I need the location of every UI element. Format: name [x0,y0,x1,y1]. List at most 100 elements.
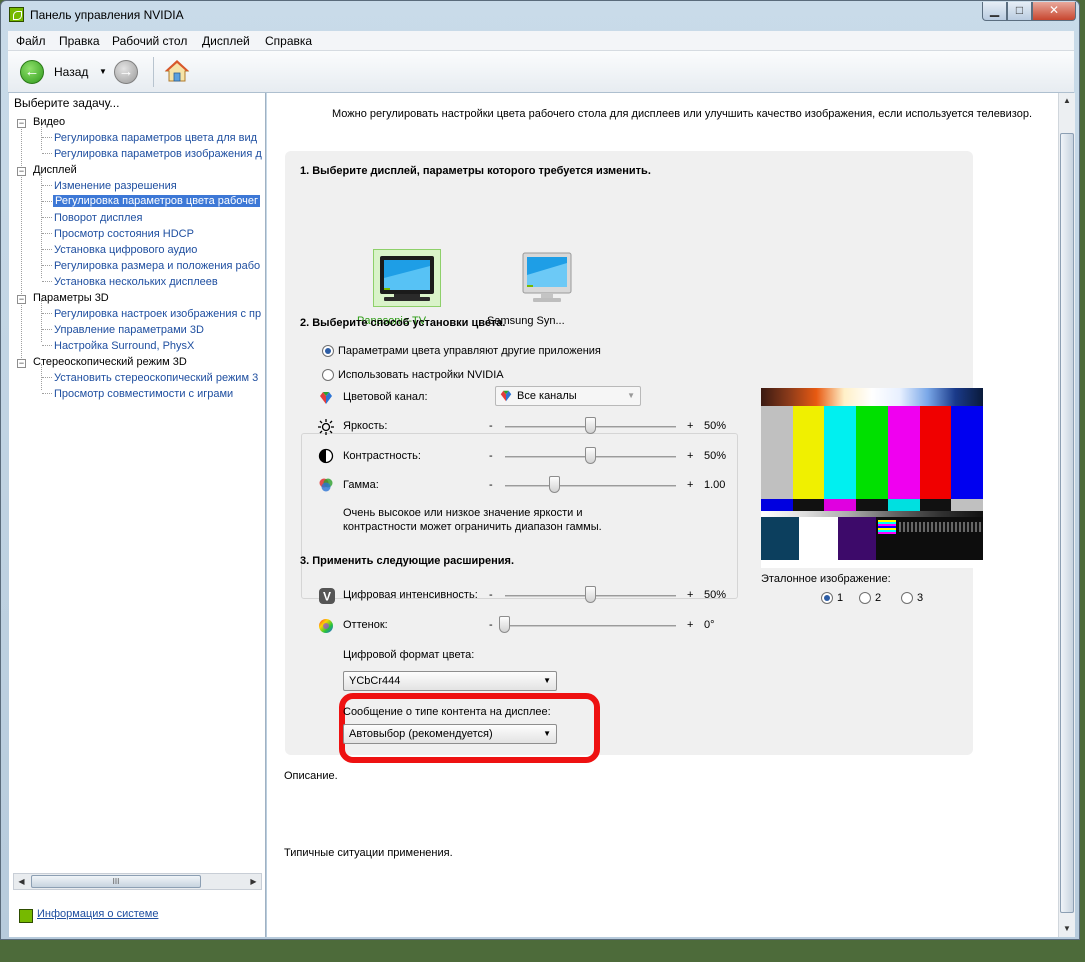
tree-guide [42,201,52,202]
digital-color-format-select[interactable]: YCbCr444 ▼ [343,671,557,691]
radio-nvidia-label[interactable]: Использовать настройки NVIDIA [338,369,507,381]
bar-cyan [824,406,857,499]
expander-stereo[interactable]: − [17,359,26,368]
hue-slider[interactable] [505,625,676,627]
tree-item-digital-audio[interactable]: Установка цифрового аудио [54,244,197,256]
description-label: Описание. [284,770,338,782]
tv-monitor-icon [380,256,434,301]
close-button[interactable]: ✕ [1032,2,1076,21]
tree-category-video[interactable]: Видео [33,116,65,128]
reference-radio-3[interactable] [901,592,913,604]
reference-option-2[interactable]: 2 [875,592,881,604]
tree-guide [42,265,52,266]
brightness-label: Яркость: [343,420,388,432]
digital-color-format-value: YCbCr444 [349,675,401,687]
menu-file[interactable]: Файл [16,34,46,48]
pluge-purple [838,517,876,560]
typical-usage-label: Типичные ситуации применения. [284,847,453,859]
display-samsung[interactable] [515,249,583,307]
forward-button[interactable]: → [114,60,138,84]
tree-item-3d-image[interactable]: Регулировка настроек изображения с пр [54,308,261,320]
gamma-slider[interactable] [505,485,676,487]
expander-display[interactable]: − [17,167,26,176]
tree-item-desktop-color[interactable]: Регулировка параметров цвета рабочег [53,195,261,207]
content-type-select[interactable]: Автовыбор (рекомендуется) ▼ [343,724,557,744]
tree-item-surround-physx[interactable]: Настройка Surround, PhysX [54,340,194,352]
digital-vibrance-plus: + [687,589,694,601]
vertical-scroll-thumb[interactable] [1060,133,1074,913]
menu-edit[interactable]: Правка [59,34,100,48]
home-icon[interactable] [164,59,190,83]
reference-option-1[interactable]: 1 [837,592,843,604]
tree-item-size-position[interactable]: Регулировка размера и положения рабо [54,260,260,272]
digital-vibrance-slider-thumb[interactable] [584,586,596,603]
digital-vibrance-label: Цифровая интенсивность: [343,589,478,601]
reference-radio-1[interactable] [821,592,833,604]
menu-desktop[interactable]: Рабочий стол [112,34,187,48]
tree-category-stereo[interactable]: Стереоскопический режим 3D [33,356,187,368]
scrollbar-thumb[interactable]: III [31,875,201,888]
gamma-value: 1.00 [704,479,726,491]
page-description: Можно регулировать настройки цвета рабоч… [332,108,1033,120]
history-dropdown-icon[interactable]: ▼ [99,67,107,76]
scroll-down-icon[interactable]: ▼ [1060,921,1074,937]
back-label[interactable]: Назад [54,65,88,79]
bar-red [919,406,952,499]
step3-title: 3. Применить следующие расширения. [300,555,515,567]
tree-guide [41,300,42,342]
radio-other-apps-label[interactable]: Параметрами цвета управляют другие прило… [338,345,601,357]
expander-3d[interactable]: − [17,295,26,304]
system-info-link[interactable]: Информация о системе [19,908,158,923]
menu-help[interactable]: Справка [265,34,312,48]
arrow-left-icon: ← [24,63,40,80]
menu-display[interactable]: Дисплей [202,34,250,48]
system-info-label[interactable]: Информация о системе [37,908,158,920]
hue-wheel-icon [319,619,333,633]
system-info-icon [19,909,33,923]
scroll-right-icon[interactable]: ▶ [246,874,261,889]
tree-category-display[interactable]: Дисплей [33,164,77,176]
radio-other-apps[interactable] [322,345,334,357]
scroll-left-icon[interactable]: ◀ [14,874,29,889]
back-button[interactable]: ← [20,60,44,84]
task-header: Выберите задачу... [14,96,120,110]
brightness-minus: - [489,420,493,432]
tree-guide [42,329,52,330]
minimize-button[interactable]: ▁ [982,2,1007,21]
contrast-slider-thumb[interactable] [584,447,596,464]
reference-radio-2[interactable] [859,592,871,604]
tree-item-stereo-set[interactable]: Установить стереоскопический режим 3 [54,372,258,384]
color-channel-small-icon [500,390,512,402]
window-title: Панель управления NVIDIA [30,8,184,22]
tree-item-rotate[interactable]: Поворот дисплея [54,212,142,224]
tree-item-hdcp[interactable]: Просмотр состояния HDCP [54,228,194,240]
tree-item-multiple-displays[interactable]: Установка нескольких дисплеев [54,276,218,288]
contrast-value: 50% [704,450,727,462]
sidebar-horizontal-scrollbar[interactable]: ◀ III ▶ [13,873,262,890]
tree-item-video-image[interactable]: Регулировка параметров изображения д [54,148,262,160]
tree-guide [42,377,52,378]
display-panasonic[interactable] [373,249,441,307]
radio-nvidia-settings[interactable] [322,369,334,381]
main-vertical-scrollbar[interactable]: ▲ ▼ [1058,93,1075,937]
tree-item-3d-manage[interactable]: Управление параметрами 3D [54,324,204,336]
expander-video[interactable]: − [17,119,26,128]
app-window: Панель управления NVIDIA ▁ □ ✕ Файл Прав… [0,0,1080,940]
maximize-button[interactable]: □ [1007,2,1032,21]
tree-category-3d[interactable]: Параметры 3D [33,292,109,304]
tree-item-game-compat[interactable]: Просмотр совместимости с играми [54,388,233,400]
digital-color-format-label: Цифровой формат цвета: [343,649,475,661]
brightness-slider-thumb[interactable] [584,417,596,434]
tree-item-video-color[interactable]: Регулировка параметров цвета для вид [54,132,257,144]
reference-option-3[interactable]: 3 [917,592,923,604]
bar-yellow [792,406,825,499]
chevron-down-icon: ▼ [627,391,635,400]
hue-slider-thumb[interactable] [499,616,510,633]
main-content: Можно регулировать настройки цвета рабоч… [267,93,1058,937]
tree-item-resolution[interactable]: Изменение разрешения [54,180,177,192]
scroll-up-icon[interactable]: ▲ [1060,93,1074,109]
tree-guide [42,281,52,282]
content-type-value: Автовыбор (рекомендуется) [349,728,493,740]
color-channel-select[interactable]: Все каналы ▼ [495,386,641,406]
gamma-slider-thumb[interactable] [548,476,560,493]
